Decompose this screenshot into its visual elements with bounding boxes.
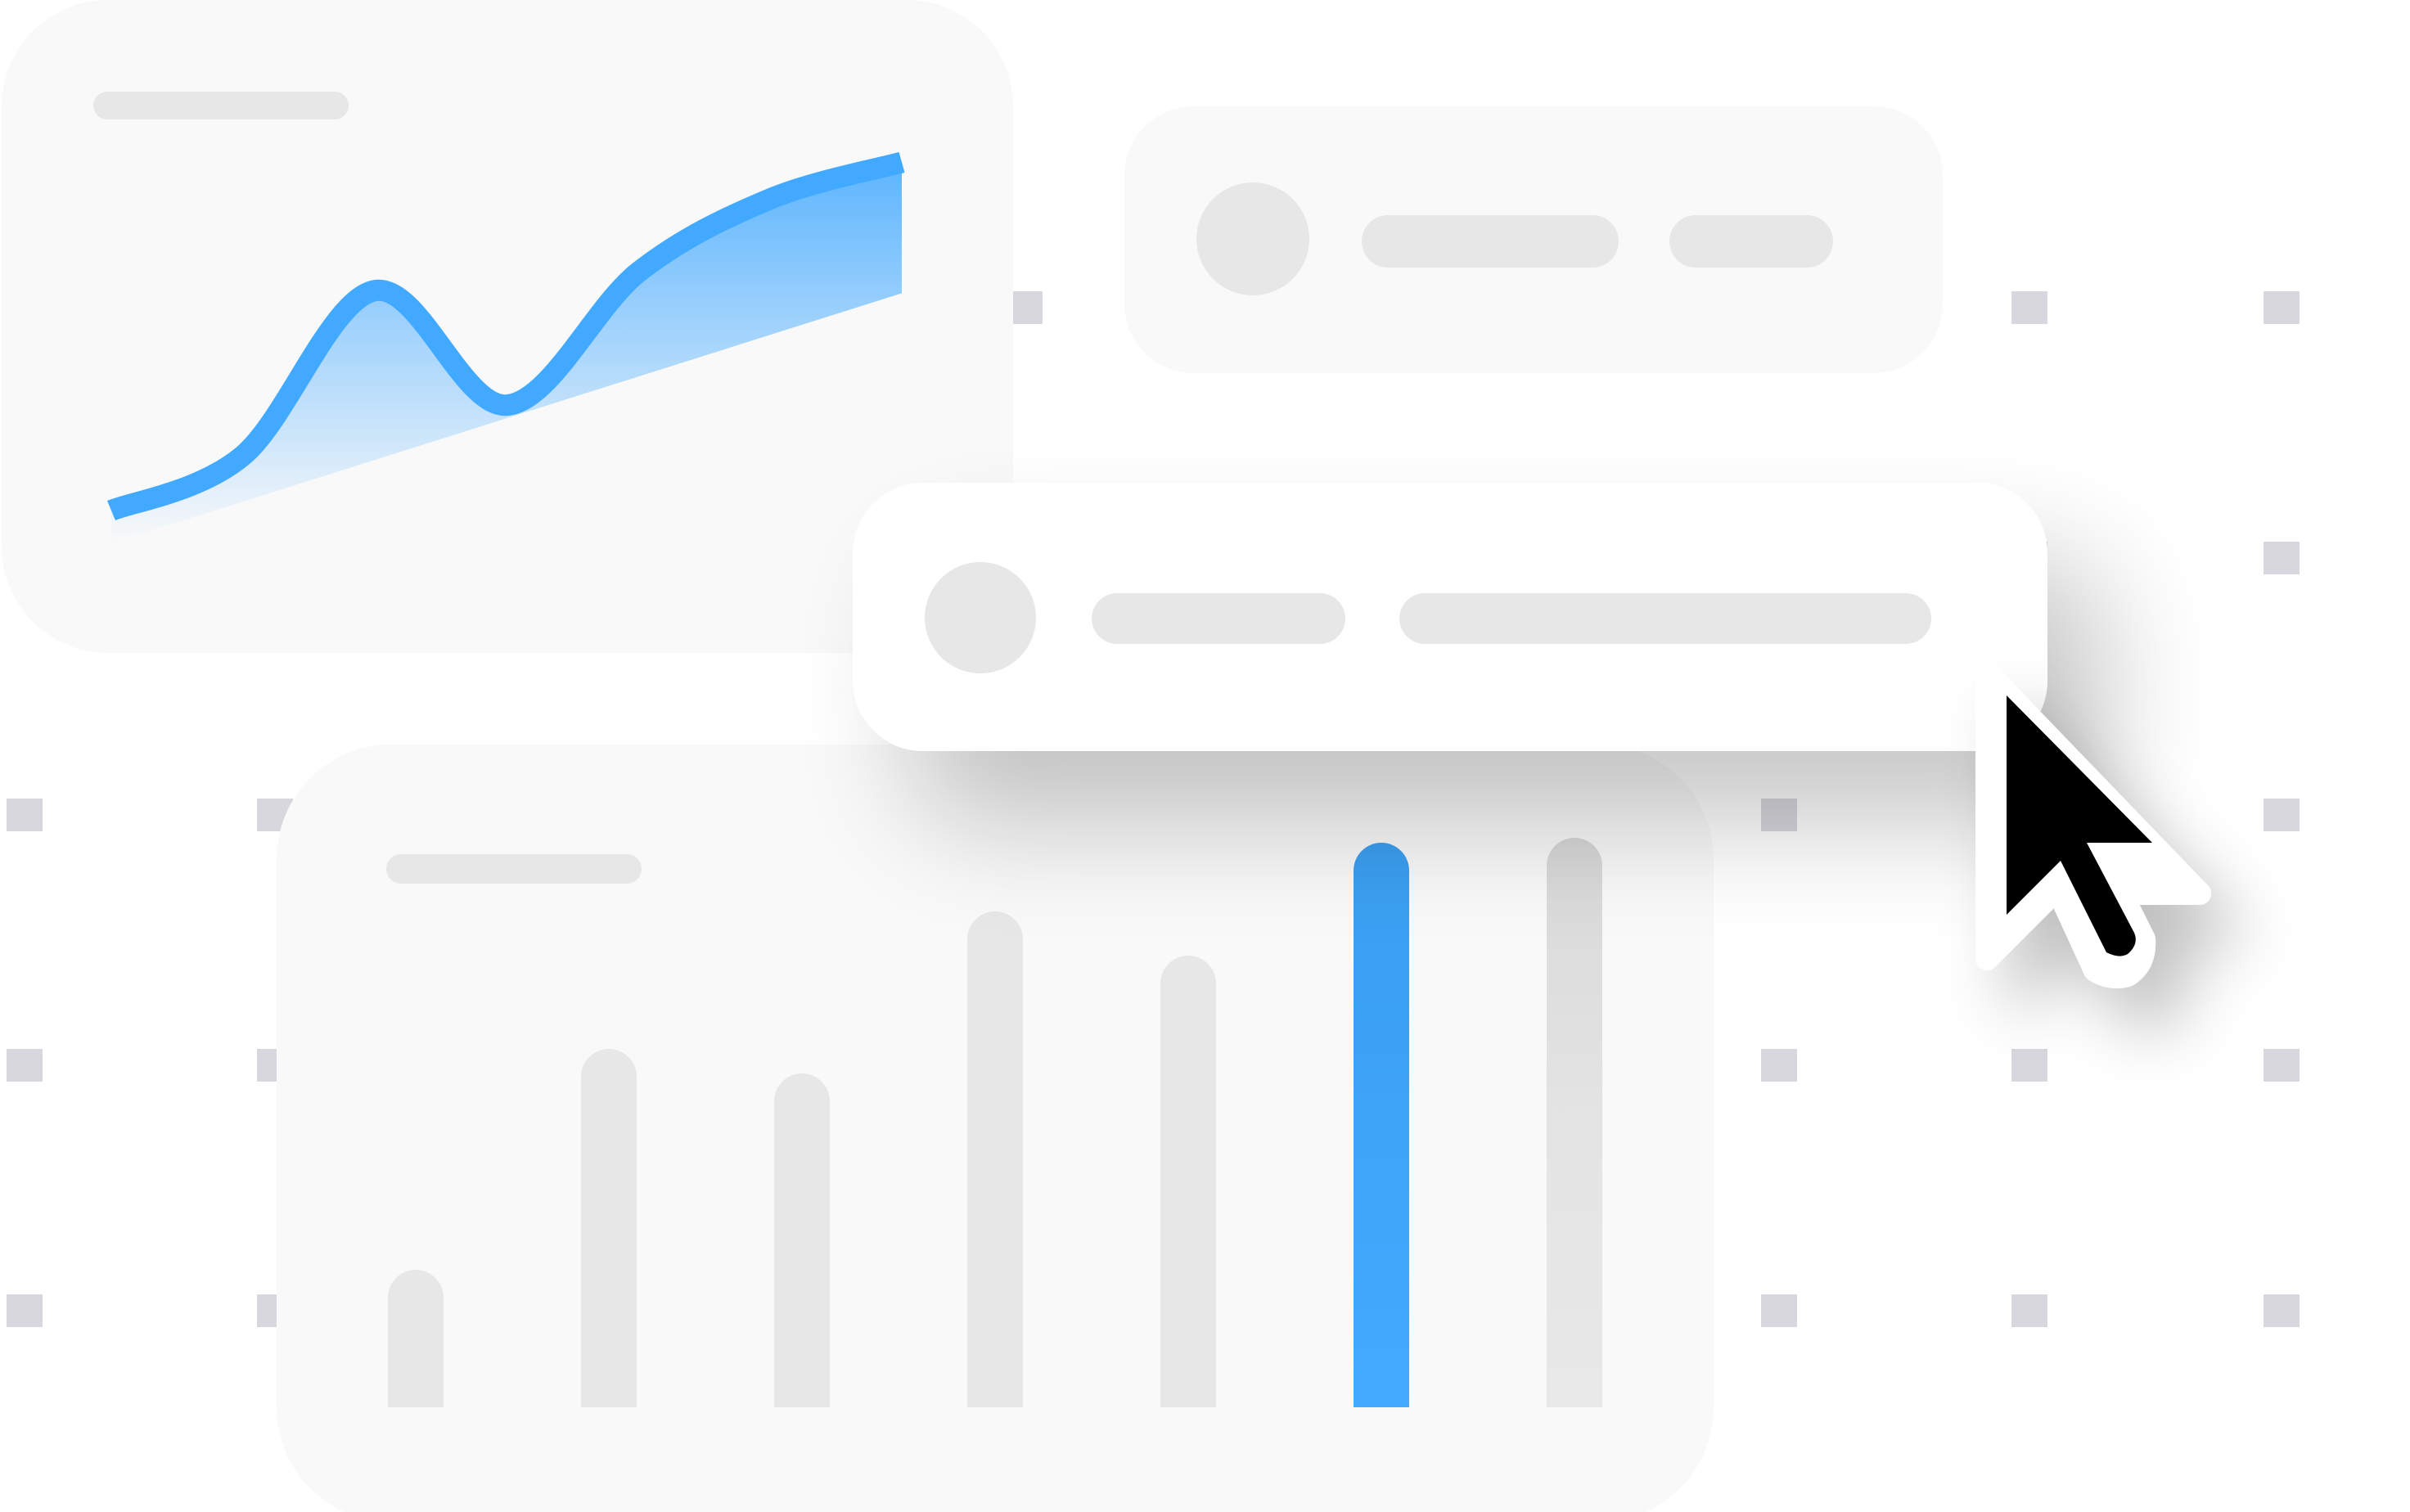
list-card-back-meta-placeholder <box>1669 215 1833 268</box>
bar-chart-card <box>277 745 1714 1512</box>
list-card-back <box>1124 106 1943 373</box>
grid-dot <box>2264 1294 2300 1327</box>
bar-highlighted <box>1354 843 1409 1407</box>
line-chart-title-placeholder <box>93 92 349 119</box>
bar <box>774 1073 830 1407</box>
bar <box>388 1270 444 1407</box>
grid-dot <box>2264 1049 2300 1082</box>
grid-dot <box>1761 1049 1797 1082</box>
grid-dot <box>7 799 43 831</box>
bar <box>967 911 1023 1407</box>
grid-dot <box>2264 799 2300 831</box>
bar-chart-title-placeholder <box>386 854 642 884</box>
grid-dot <box>2011 1049 2047 1082</box>
list-card-front-name-placeholder <box>1092 593 1345 644</box>
grid-dot <box>7 1294 43 1327</box>
avatar-placeholder-icon <box>1196 182 1309 295</box>
grid-dot <box>2264 542 2300 574</box>
grid-dot <box>1761 1294 1797 1327</box>
bar <box>1547 838 1602 1407</box>
grid-dot <box>1761 799 1797 831</box>
grid-dot <box>7 1049 43 1082</box>
avatar-placeholder-icon <box>925 562 1036 673</box>
list-card-front[interactable] <box>853 483 2047 751</box>
grid-dot <box>2264 291 2300 324</box>
list-card-back-name-placeholder <box>1362 215 1619 268</box>
grid-dot <box>2011 1294 2047 1327</box>
grid-dot <box>2011 291 2047 324</box>
illustration-canvas <box>2 0 2300 1512</box>
list-card-front-meta-placeholder <box>1399 593 1931 644</box>
bar <box>1160 956 1216 1407</box>
bar <box>581 1049 637 1407</box>
mouse-pointer-icon <box>1975 661 2211 988</box>
